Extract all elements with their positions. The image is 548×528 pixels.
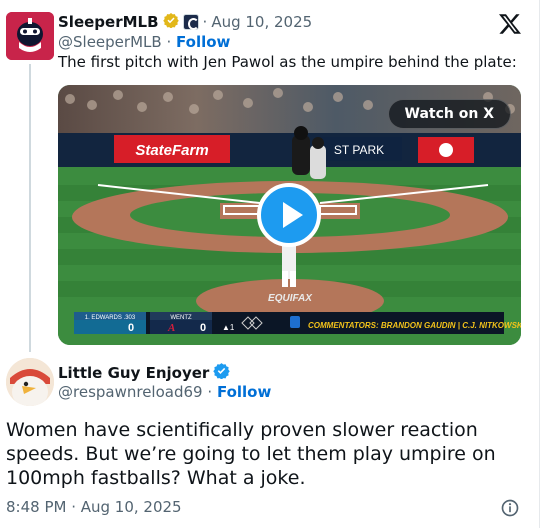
truist-park-ad: ST PARK — [334, 143, 384, 157]
scorebug-right-score: 0 — [200, 322, 206, 334]
watch-on-x-button[interactable]: Watch on X — [387, 99, 511, 129]
quoted-separator: · — [202, 13, 208, 31]
reply-handle-separator: · — [207, 383, 213, 401]
info-icon[interactable] — [500, 498, 520, 518]
reply-handle[interactable]: @respawnreload69 — [58, 383, 203, 401]
quoted-handle[interactable]: @SleeperMLB — [58, 33, 162, 51]
quoted-header: SleeperMLB · Aug 10, 2025 — [58, 12, 312, 32]
quoted-text: The first pitch with Jen Pawol as the um… — [58, 53, 517, 71]
play-icon[interactable] — [257, 183, 321, 247]
team-badge-icon — [182, 14, 199, 30]
scorebug-left-score: 0 — [128, 322, 134, 334]
thread-line — [29, 64, 31, 352]
follow-sleepermlb-button[interactable]: Follow — [176, 33, 230, 51]
gold-verified-icon — [162, 12, 179, 32]
quoted-date[interactable]: Aug 10, 2025 — [211, 13, 312, 31]
scorebug-commentators: COMMENTATORS: BRANDON GAUDIN | C.J. NITK… — [308, 321, 521, 330]
scorebug-inning: ▲1 — [222, 323, 235, 332]
sleepermlb-avatar[interactable] — [6, 12, 54, 60]
quoted-handle-separator: · — [166, 33, 172, 51]
statefarm-ad: StateFarm — [135, 142, 208, 159]
reply-header: Little Guy Enjoyer — [58, 362, 231, 383]
quoted-handle-row: @SleeperMLB · Follow — [58, 33, 230, 51]
svg-text:A: A — [167, 322, 175, 334]
reply-handle-row: @respawnreload69 · Follow — [58, 383, 271, 401]
video-player[interactable]: StateFarm ST PARK EQUIFAX 1. EDWARDS .30… — [58, 85, 521, 345]
tweet-card: SleeperMLB · Aug 10, 2025 @SleeperMLB · … — [0, 0, 540, 528]
follow-respawnreload69-button[interactable]: Follow — [217, 383, 271, 401]
reply-timestamp[interactable]: 8:48 PM · Aug 10, 2025 — [6, 498, 182, 516]
equifax-logo: EQUIFAX — [268, 293, 313, 304]
blue-verified-icon — [213, 362, 231, 383]
x-logo-icon[interactable] — [498, 12, 522, 36]
reply-text: Women have scientifically proven slower … — [6, 419, 496, 489]
reply-display-name[interactable]: Little Guy Enjoyer — [58, 364, 209, 382]
quoted-display-name[interactable]: SleeperMLB — [58, 13, 159, 31]
little-guy-enjoyer-avatar[interactable] — [6, 358, 54, 406]
